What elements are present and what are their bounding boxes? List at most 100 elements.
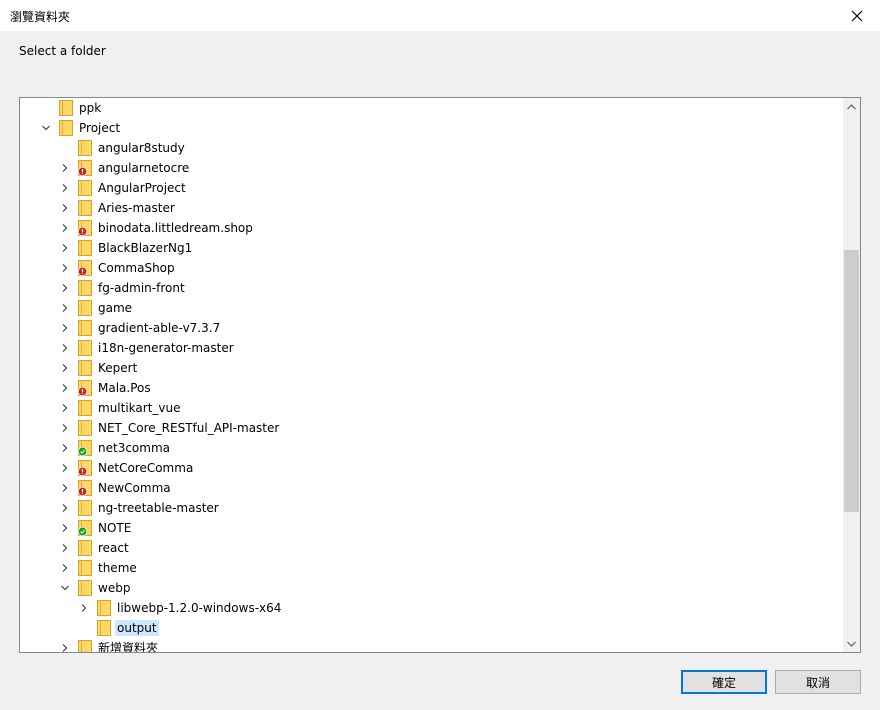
- chevron-right-icon[interactable]: [79, 603, 89, 613]
- tree-item[interactable]: NewComma: [20, 478, 843, 498]
- tree-item[interactable]: ng-treetable-master: [20, 498, 843, 518]
- tree-item-label: react: [98, 541, 129, 555]
- tree-item[interactable]: Aries-master: [20, 198, 843, 218]
- tree-item[interactable]: AngularProject: [20, 178, 843, 198]
- folder-icon: [97, 600, 111, 616]
- cancel-button[interactable]: 取消: [775, 670, 861, 694]
- tree-item-label: CommaShop: [98, 261, 175, 275]
- chevron-right-icon[interactable]: [60, 283, 70, 293]
- tree-item-label: angularnetocre: [98, 161, 190, 175]
- tree-item[interactable]: theme: [20, 558, 843, 578]
- chevron-right-icon[interactable]: [60, 323, 70, 333]
- folder-icon: [78, 360, 92, 376]
- folder-icon: [78, 180, 92, 196]
- folder-icon: [78, 240, 92, 256]
- folder-icon: [78, 640, 92, 652]
- tree-item[interactable]: game: [20, 298, 843, 318]
- chevron-right-icon[interactable]: [60, 363, 70, 373]
- tree-item[interactable]: angularnetocre: [20, 158, 843, 178]
- tree-item[interactable]: NET_Core_RESTful_API-master: [20, 418, 843, 438]
- tree-item[interactable]: 新增資料夾: [20, 638, 843, 653]
- chevron-right-icon[interactable]: [60, 343, 70, 353]
- folder-icon: [78, 560, 92, 576]
- tree-item-label: multikart_vue: [98, 401, 181, 415]
- tree-item-label: NetCoreComma: [98, 461, 194, 475]
- chevron-right-icon[interactable]: [60, 423, 70, 433]
- tree-item-label: binodata.littledream.shop: [98, 221, 253, 235]
- tree-item-label: BlackBlazerNg1: [98, 241, 193, 255]
- chevron-right-icon[interactable]: [60, 503, 70, 513]
- tree-item[interactable]: CommaShop: [20, 258, 843, 278]
- chevron-right-icon[interactable]: [60, 403, 70, 413]
- folder-tree[interactable]: ppk Project angular8study angularnetocre Ang…: [19, 97, 861, 653]
- tree-item[interactable]: react: [20, 538, 843, 558]
- folder-error-icon: [78, 380, 92, 396]
- ok-button[interactable]: 確定: [681, 670, 767, 694]
- folder-icon: [78, 320, 92, 336]
- tree-item[interactable]: webp: [20, 578, 843, 598]
- tree-item[interactable]: net3comma: [20, 438, 843, 458]
- chevron-right-icon[interactable]: [60, 223, 70, 233]
- folder-error-icon: [78, 160, 92, 176]
- chevron-right-icon[interactable]: [60, 543, 70, 553]
- folder-icon: [78, 300, 92, 316]
- tree-item-label: NET_Core_RESTful_API-master: [98, 421, 280, 435]
- chevron-right-icon[interactable]: [60, 263, 70, 273]
- tree-item-label: ng-treetable-master: [98, 501, 219, 515]
- tree-item[interactable]: Kepert: [20, 358, 843, 378]
- scrollbar-thumb[interactable]: [844, 250, 859, 512]
- chevron-right-icon[interactable]: [60, 243, 70, 253]
- dialog-prompt: Select a folder: [19, 44, 106, 58]
- tree-item[interactable]: Project: [20, 118, 843, 138]
- chevron-right-icon[interactable]: [60, 463, 70, 473]
- tree-item[interactable]: fg-admin-front: [20, 278, 843, 298]
- scroll-up-button[interactable]: [843, 98, 860, 115]
- folder-icon: [78, 400, 92, 416]
- tree-item[interactable]: NOTE: [20, 518, 843, 538]
- tree-item-label: Project: [79, 121, 121, 135]
- window-title: 瀏覽資料夾: [10, 10, 71, 24]
- tree-item[interactable]: multikart_vue: [20, 398, 843, 418]
- chevron-right-icon[interactable]: [60, 643, 70, 653]
- tree-item-label: Aries-master: [98, 201, 175, 215]
- close-icon: [851, 10, 863, 21]
- chevron-right-icon[interactable]: [60, 203, 70, 213]
- chevron-right-icon[interactable]: [60, 183, 70, 193]
- chevron-down-icon[interactable]: [41, 123, 51, 133]
- scroll-down-button[interactable]: [843, 635, 860, 652]
- folder-synced-icon: [78, 520, 92, 536]
- folder-icon: [78, 140, 92, 156]
- folder-icon: [78, 540, 92, 556]
- tree-item-label: AngularProject: [98, 181, 186, 195]
- tree-item[interactable]: output: [20, 618, 843, 638]
- chevron-right-icon[interactable]: [60, 563, 70, 573]
- vertical-scrollbar[interactable]: [843, 98, 860, 652]
- chevron-right-icon[interactable]: [60, 523, 70, 533]
- tree-item[interactable]: angular8study: [20, 138, 843, 158]
- chevron-up-icon: [847, 103, 856, 109]
- chevron-right-icon[interactable]: [60, 383, 70, 393]
- tree-item[interactable]: gradient-able-v7.3.7: [20, 318, 843, 338]
- close-button[interactable]: [834, 0, 880, 31]
- tree-item[interactable]: i18n-generator-master: [20, 338, 843, 358]
- tree-item-label: output: [115, 620, 159, 636]
- tree-item[interactable]: BlackBlazerNg1: [20, 238, 843, 258]
- tree-item[interactable]: ppk: [20, 98, 843, 118]
- folder-synced-icon: [78, 440, 92, 456]
- chevron-right-icon[interactable]: [60, 303, 70, 313]
- folder-icon: [78, 580, 92, 596]
- tree-item[interactable]: binodata.littledream.shop: [20, 218, 843, 238]
- chevron-right-icon[interactable]: [60, 163, 70, 173]
- tree-item-label: angular8study: [98, 141, 185, 155]
- tree-item-label: gradient-able-v7.3.7: [98, 321, 221, 335]
- folder-icon: [78, 200, 92, 216]
- tree-item[interactable]: libwebp-1.2.0-windows-x64: [20, 598, 843, 618]
- chevron-down-icon[interactable]: [60, 583, 70, 593]
- folder-icon: [78, 280, 92, 296]
- tree-item[interactable]: NetCoreComma: [20, 458, 843, 478]
- chevron-right-icon[interactable]: [60, 483, 70, 493]
- chevron-right-icon[interactable]: [60, 443, 70, 453]
- tree-item-label: ppk: [79, 101, 102, 115]
- folder-icon: [78, 420, 92, 436]
- tree-item[interactable]: Mala.Pos: [20, 378, 843, 398]
